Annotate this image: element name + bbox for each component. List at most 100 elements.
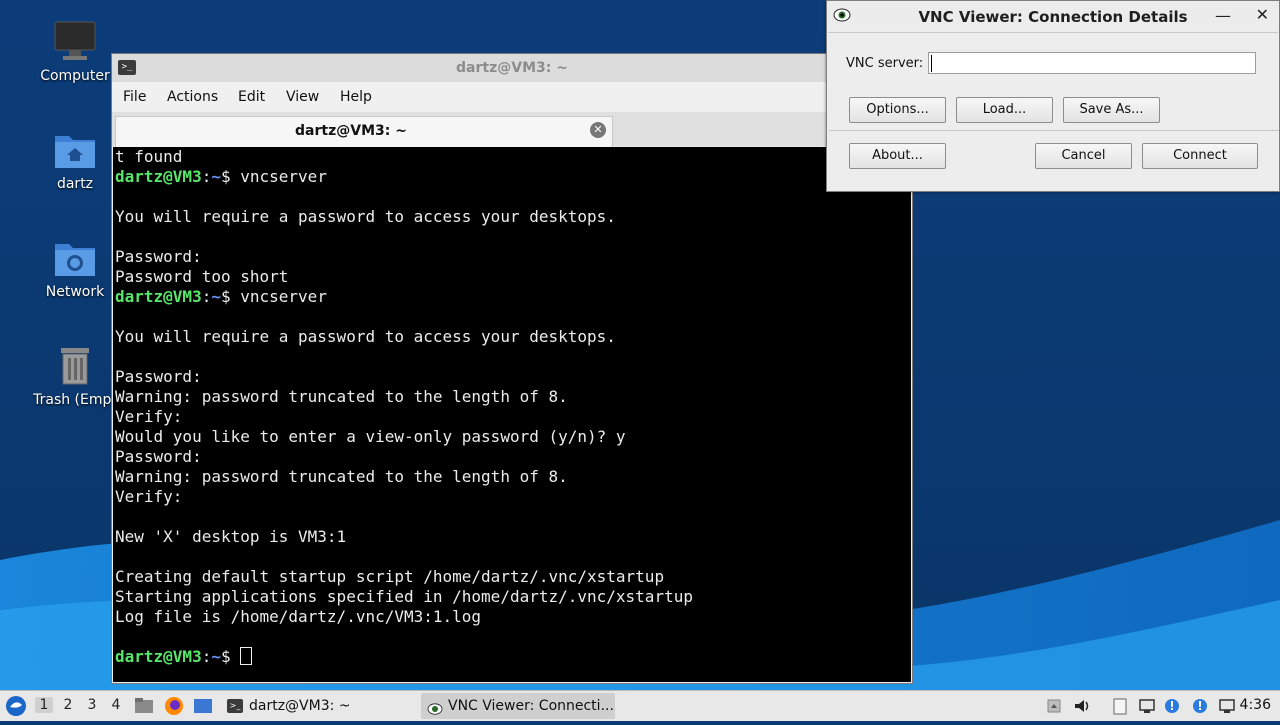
start-menu-icon[interactable] (5, 695, 27, 717)
prompt-separator: : (201, 167, 212, 186)
desktop-icon-home[interactable]: dartz (27, 128, 123, 192)
terminal-output-line: Verify: (115, 487, 183, 506)
terminal-output-line: Password: (115, 367, 202, 386)
prompt-dollar: $ (220, 647, 241, 666)
prompt-path: ~ (211, 167, 221, 186)
display-icon[interactable] (1218, 697, 1236, 715)
menu-view[interactable]: View (286, 89, 319, 105)
terminal-output-line: t found (115, 147, 183, 166)
prompt-dollar: $ (220, 167, 241, 186)
desktop-icon-label: Computer (40, 68, 110, 84)
workspace-2[interactable]: 2 (59, 697, 77, 713)
firefox-icon[interactable] (164, 696, 184, 716)
terminal-app-icon: >_ (227, 699, 243, 713)
vnc-viewer-icon (427, 699, 443, 715)
tab-terminal[interactable]: dartz@VM3: ~ ✕ (115, 116, 613, 147)
about-button[interactable]: About... (849, 143, 946, 169)
terminal-output-line: New 'X' desktop is VM3:1 (115, 527, 347, 546)
terminal-output-line: Verify: (115, 407, 183, 426)
command-text: vncserver (240, 287, 327, 306)
close-tab-icon[interactable]: ✕ (590, 122, 606, 138)
tab-label: dartz@VM3: ~ (295, 123, 407, 139)
terminal-titlebar[interactable]: >_ dartz@VM3: ~ (112, 54, 912, 82)
terminal-output-line: You will require a password to access yo… (115, 327, 616, 346)
network-icon[interactable] (1138, 697, 1156, 715)
desktop-icon-label: Trash (Empt (33, 392, 117, 408)
desktop-icon-computer[interactable]: Computer (27, 20, 123, 84)
taskbar-item-label: VNC Viewer: Connecti... (448, 698, 614, 714)
terminal-output-line: Warning: password truncated to the lengt… (115, 387, 568, 406)
prompt-user: dartz@VM3 (115, 647, 202, 666)
trash-icon (53, 344, 97, 388)
network-folder-icon (53, 236, 97, 280)
menu-edit[interactable]: Edit (238, 89, 265, 105)
window-title: dartz@VM3: ~ (456, 60, 568, 76)
dialog-separator (829, 130, 1279, 131)
show-desktop-icon[interactable] (193, 696, 213, 716)
terminal-output[interactable]: t found dartz@VM3:~$ vncserver You will re… (113, 147, 911, 682)
connect-button[interactable]: Connect (1142, 143, 1258, 169)
taskbar: 1 2 3 4 >_ dartz@VM3: ~ VNC Viewer: Conne… (0, 690, 1280, 721)
tray-expand-icon[interactable] (1045, 697, 1063, 715)
taskbar-item-label: dartz@VM3: ~ (249, 698, 351, 714)
minimize-icon[interactable]: — (1215, 6, 1231, 25)
terminal-output-line: You will require a password to access yo… (115, 207, 616, 226)
vnc-server-label: VNC server: (846, 56, 924, 71)
dialog-title: VNC Viewer: Connection Details (918, 8, 1188, 26)
prompt-path: ~ (211, 647, 221, 666)
prompt-path: ~ (211, 287, 221, 306)
update-notifier-icon[interactable] (1163, 697, 1181, 715)
options-button[interactable]: Options... (849, 97, 946, 123)
desktop-icon-label: Network (45, 284, 105, 300)
command-text: vncserver (240, 167, 327, 186)
workspace-1[interactable]: 1 (35, 697, 53, 713)
tab-bar: dartz@VM3: ~ ✕ (112, 112, 912, 147)
terminal-prompt-line: dartz@VM3:~$ vncserver (115, 167, 693, 187)
terminal-output-line: Log file is /home/dartz/.vnc/VM3:1.log (115, 607, 482, 626)
close-icon[interactable]: ✕ (1256, 5, 1269, 24)
load-button[interactable]: Load... (956, 97, 1053, 123)
dialog-titlebar[interactable]: VNC Viewer: Connection Details — ✕ (827, 1, 1279, 31)
volume-icon[interactable] (1073, 697, 1091, 715)
workspace-4[interactable]: 4 (107, 697, 125, 713)
terminal-output-line: Starting applications specified in /home… (115, 587, 693, 606)
desktop-icon-trash[interactable]: Trash (Empt (27, 344, 123, 408)
menu-file[interactable]: File (123, 89, 146, 105)
text-caret (931, 55, 932, 72)
prompt-user: dartz@VM3 (115, 287, 202, 306)
home-folder-icon (53, 128, 97, 172)
taskbar-vnc-viewer[interactable]: VNC Viewer: Connecti... (421, 693, 615, 719)
file-manager-icon[interactable] (134, 696, 154, 716)
menu-actions[interactable]: Actions (167, 89, 218, 105)
desktop-icon-label: dartz (56, 176, 94, 192)
terminal-output-line: Would you like to enter a view-only pass… (115, 427, 626, 446)
prompt-dollar: $ (220, 287, 241, 306)
update-notifier-icon[interactable] (1191, 697, 1209, 715)
prompt-separator: : (201, 647, 212, 666)
save-as-button[interactable]: Save As... (1063, 97, 1160, 123)
clipboard-icon[interactable] (1111, 697, 1129, 715)
cancel-button[interactable]: Cancel (1035, 143, 1132, 169)
vnc-connection-dialog: VNC Viewer: Connection Details — ✕ VNC s… (826, 0, 1280, 192)
terminal-output-line: Creating default startup script /home/da… (115, 567, 665, 586)
terminal-prompt-line: dartz@VM3:~$ vncserver (115, 287, 693, 307)
terminal-lines: t found dartz@VM3:~$ vncserver You will re… (115, 147, 693, 667)
clock[interactable]: 4:36 (1240, 697, 1271, 713)
terminal-window: >_ dartz@VM3: ~ File Actions Edit View H… (111, 53, 913, 684)
menu-help[interactable]: Help (340, 89, 372, 105)
menu-bar: File Actions Edit View Help (112, 82, 912, 112)
terminal-prompt-line: dartz@VM3:~$ (115, 647, 693, 667)
prompt-separator: : (201, 287, 212, 306)
terminal-cursor (240, 647, 253, 665)
desktop-icon-network[interactable]: Network (27, 236, 123, 300)
terminal-output-line: Password: (115, 247, 202, 266)
vnc-server-input[interactable] (928, 52, 1256, 74)
taskbar-terminal[interactable]: >_ dartz@VM3: ~ (222, 693, 418, 719)
workspace-3[interactable]: 3 (83, 697, 101, 713)
